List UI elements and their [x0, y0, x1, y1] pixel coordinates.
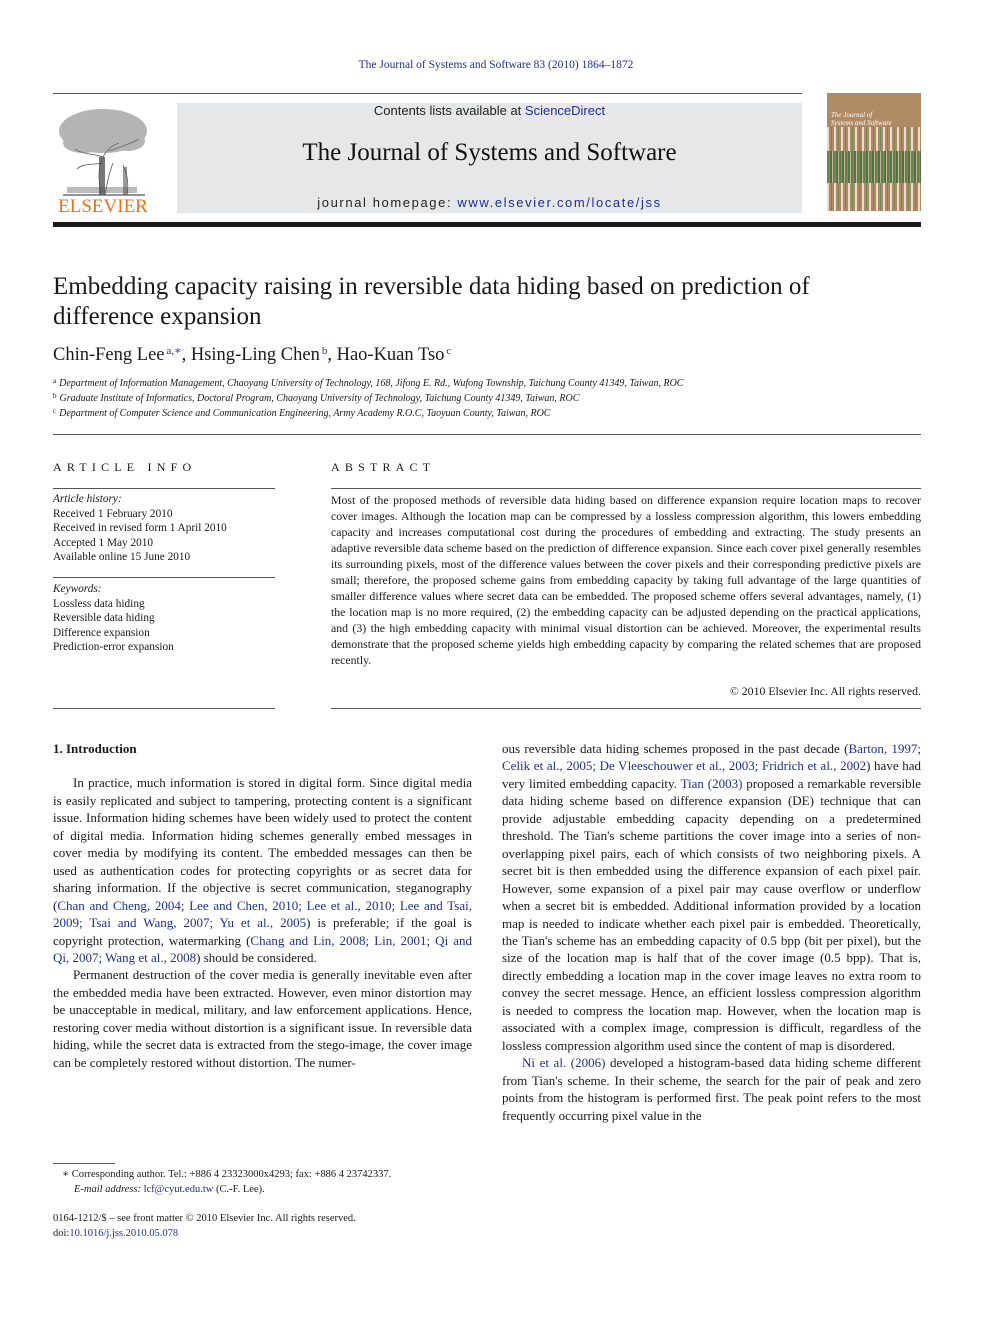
journal-homepage-line: journal homepage: www.elsevier.com/locat… [177, 195, 802, 210]
masthead-divider [53, 222, 921, 227]
cover-title-line: The Journal of [831, 111, 873, 119]
history-item: Accepted 1 May 2010 [53, 536, 154, 549]
paragraph: Ni et al. (2006) developed a histogram-b… [502, 1054, 921, 1124]
email-link[interactable]: lcf@cyut.edu.tw [144, 1184, 214, 1195]
journal-homepage-link[interactable]: www.elsevier.com/locate/jss [457, 195, 661, 210]
divider [331, 488, 921, 489]
abstract-heading: ABSTRACT [331, 460, 436, 474]
issn-line: 0164-1212/$ – see front matter © 2010 El… [53, 1213, 356, 1224]
paragraph-text: proposed a remarkable reversible data hi… [502, 775, 921, 1053]
paragraph-text: ous reversible data hiding schemes propo… [502, 741, 849, 756]
keyword-item: Lossless data hiding [53, 597, 145, 610]
affiliation-mark: b [53, 392, 57, 400]
section-heading: 1. Introduction [53, 741, 137, 756]
running-head[interactable]: The Journal of Systems and Software 83 (… [0, 59, 992, 71]
journal-cover-thumbnail: The Journal of Systems and Software [827, 93, 921, 211]
sciencedirect-link[interactable]: ScienceDirect [525, 103, 605, 118]
author-name[interactable]: Hsing-Ling Chen [191, 345, 320, 365]
affiliation-text: Department of Computer Science and Commu… [59, 408, 551, 419]
footnote-text: Corresponding author. Tel.: +886 4 23323… [69, 1169, 392, 1180]
keyword-item: Reversible data hiding [53, 612, 155, 624]
affiliation-text: Department of Information Management, Ch… [59, 378, 684, 389]
divider [53, 708, 275, 709]
author-affiliation-mark[interactable]: c [446, 345, 451, 357]
history-item: Received 1 February 2010 [53, 507, 173, 520]
affiliation: a Department of Information Management, C… [53, 377, 683, 389]
divider [53, 577, 275, 578]
history-item: Available online 15 June 2010 [53, 551, 191, 563]
cover-title: The Journal of Systems and Software [831, 111, 892, 127]
paragraph-text: ) should be considered. [196, 949, 317, 965]
divider [53, 434, 921, 435]
journal-masthead: Contents lists available at ScienceDirec… [177, 103, 802, 213]
corresponding-author-footnote: ∗ Corresponding author. Tel.: +886 4 233… [62, 1167, 391, 1197]
citation-link[interactable]: Ni et al. (2006) [522, 1055, 605, 1070]
article-info-heading: ARTICLE INFO [53, 460, 197, 474]
cover-band [827, 151, 921, 183]
email-label: E-mail address: [74, 1184, 144, 1195]
paragraph: Permanent destruction of the cover media… [53, 966, 472, 1071]
paragraph: In practice, much information is stored … [53, 774, 472, 966]
cover-title-line: Systems and Software [831, 119, 892, 127]
abstract-text: Most of the proposed methods of reversib… [331, 493, 921, 667]
author-affiliation-mark[interactable]: a,∗ [167, 345, 182, 357]
keyword-item: Difference expansion [53, 626, 150, 639]
affiliation-text: Graduate Institute of Informatics, Docto… [59, 393, 580, 404]
paragraph-text: In practice, much information is stored … [53, 775, 472, 913]
divider [53, 488, 275, 489]
keyword-item: Prediction-error expansion [53, 641, 174, 653]
article-history: Article history: Received 1 February 201… [53, 492, 227, 565]
affiliation-mark: c [53, 407, 57, 415]
doi-link[interactable]: 10.1016/j.jss.2010.05.078 [69, 1228, 178, 1239]
front-matter: 0164-1212/$ – see front matter © 2010 El… [53, 1211, 356, 1241]
contents-prefix: Contents lists available at [373, 103, 525, 118]
affiliation: b Graduate Institute of Informatics, Doct… [53, 392, 579, 404]
footnote-divider [53, 1163, 115, 1164]
homepage-prefix: journal homepage: [317, 195, 458, 210]
divider [331, 708, 921, 709]
keywords: Keywords: Lossless data hiding Reversibl… [53, 582, 174, 655]
article-title: Embedding capacity raising in reversible… [53, 273, 810, 330]
paragraph-text: Permanent destruction of the cover media… [53, 967, 472, 1070]
doi-prefix: doi: [53, 1228, 70, 1239]
header-divider [53, 93, 802, 94]
author-name[interactable]: Chin-Feng Lee [53, 345, 165, 365]
author-affiliation-mark[interactable]: b [322, 345, 328, 357]
citation-link[interactable]: Tian (2003) [681, 776, 743, 791]
abstract-copyright: © 2010 Elsevier Inc. All rights reserved… [729, 684, 921, 698]
paragraph: ous reversible data hiding schemes propo… [502, 740, 921, 1054]
affiliation: c Department of Computer Science and Comm… [53, 407, 550, 419]
author-name[interactable]: Hao-Kuan Tso [337, 345, 445, 365]
body-column-left: 1. Introduction In practice, much inform… [53, 740, 472, 1071]
history-label: Article history: [53, 493, 122, 505]
journal-title: The Journal of Systems and Software [302, 139, 677, 166]
body-column-right: ous reversible data hiding schemes propo… [502, 740, 921, 1124]
contents-line: Contents lists available at ScienceDirec… [177, 103, 802, 118]
keywords-label: Keywords: [53, 583, 102, 595]
history-item: Received in revised form 1 April 2010 [53, 522, 227, 534]
email-suffix: (C.-F. Lee). [213, 1184, 265, 1195]
publisher-name: ELSEVIER [58, 196, 148, 217]
author-list: Chin-Feng Lee a,∗, Hsing-Ling Chen b, Hao-… [53, 345, 452, 365]
affiliation-mark: a [53, 377, 57, 385]
